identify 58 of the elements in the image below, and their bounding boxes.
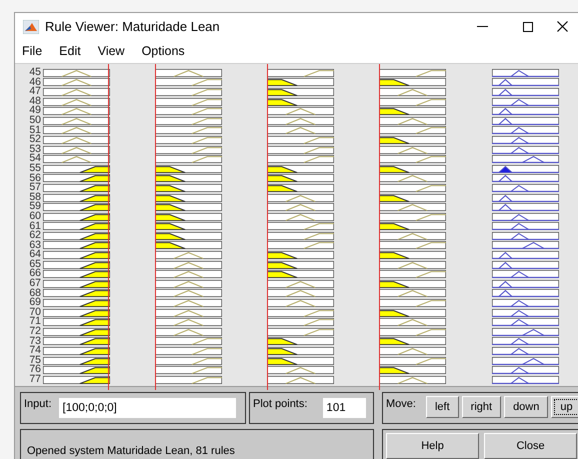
rule-number: 60 <box>29 212 41 222</box>
rule-number: 48 <box>29 96 41 106</box>
rule-number: 46 <box>29 78 41 88</box>
rule-number: 56 <box>29 174 41 184</box>
input-cursor-line[interactable] <box>267 64 268 390</box>
action-button[interactable]: Help <box>386 433 479 459</box>
rule-number: 57 <box>29 183 41 193</box>
rule-number: 51 <box>29 126 41 136</box>
rule-number: 63 <box>29 240 41 250</box>
rule-number: 72 <box>29 327 41 337</box>
menu-item[interactable]: Edit <box>59 42 81 61</box>
rule-number: 50 <box>29 116 41 126</box>
rule-number: 74 <box>29 346 41 356</box>
input-cursor-line[interactable] <box>379 64 380 390</box>
rule-number: 49 <box>29 106 41 116</box>
input-field[interactable]: [100;0;0;0] <box>58 398 236 418</box>
plot-points-label: Plot points: <box>253 398 308 410</box>
rule-number: 67 <box>29 279 41 289</box>
move-button[interactable]: up <box>551 396 578 418</box>
rule-number: 66 <box>29 269 41 280</box>
rule-number: 76 <box>29 365 41 375</box>
rule-number: 68 <box>29 288 41 298</box>
move-button[interactable]: down <box>504 396 548 418</box>
minimize-icon <box>476 26 488 27</box>
rule-number: 62 <box>29 231 41 241</box>
rule-number: 55 <box>29 164 41 174</box>
rule-number: 45 <box>29 68 41 78</box>
rule-number: 47 <box>29 87 41 97</box>
app-icon <box>23 20 39 34</box>
rule-number: 75 <box>29 356 41 366</box>
action-button[interactable]: Close <box>484 433 577 459</box>
rule-number: 59 <box>29 202 41 212</box>
menu-item[interactable]: Options <box>142 42 185 61</box>
move-label: Move: <box>386 397 416 410</box>
rule-number: 70 <box>29 308 41 318</box>
move-button[interactable]: right <box>462 396 502 418</box>
status-text: Opened system Maturidade Lean, 81 rules <box>27 445 235 457</box>
input-label: Input: <box>24 398 52 410</box>
maximize-icon <box>523 22 533 32</box>
window-title: Rule Viewer: Maturidade Lean <box>45 18 220 36</box>
rule-number: 58 <box>29 192 41 202</box>
rule-number: 69 <box>29 298 41 308</box>
rule-number: 52 <box>29 135 41 145</box>
close-icon <box>557 21 568 32</box>
rule-number: 73 <box>29 336 41 346</box>
rule-number: 71 <box>29 317 41 328</box>
rule-number: 61 <box>29 222 41 232</box>
menu-item[interactable]: File <box>22 42 42 61</box>
rule-number: 53 <box>29 144 41 154</box>
plot-points-field[interactable]: 101 <box>323 398 366 418</box>
rule-number: 65 <box>29 260 41 270</box>
input-cursor-line[interactable] <box>155 64 156 390</box>
rule-number: 77 <box>29 375 41 385</box>
menu-item[interactable]: View <box>98 42 125 61</box>
move-button[interactable]: left <box>426 396 459 418</box>
input-cursor-line[interactable] <box>108 64 109 390</box>
rule-number: 54 <box>29 154 41 164</box>
rule-number: 64 <box>29 250 41 260</box>
